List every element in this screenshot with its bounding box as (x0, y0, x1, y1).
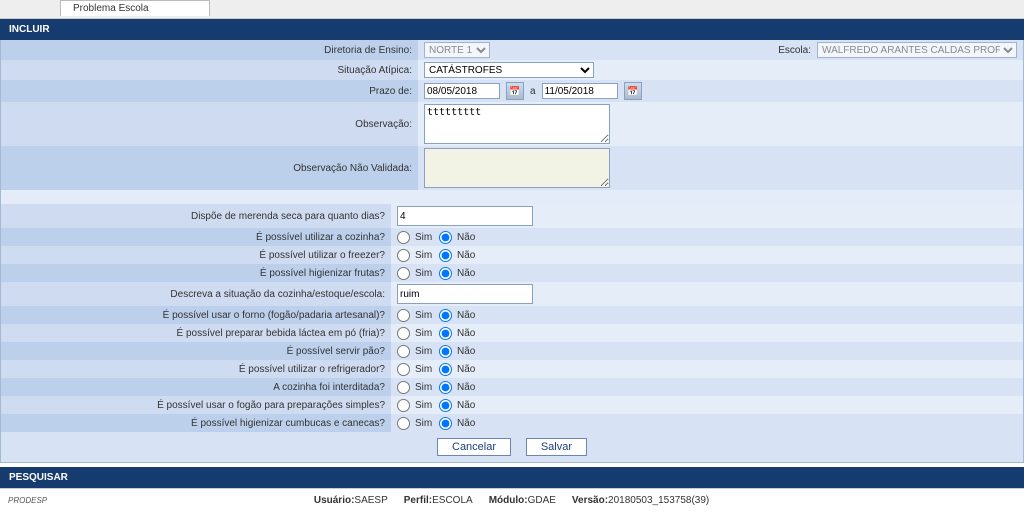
footer-perfil-label: Perfil: (404, 495, 432, 506)
question-label: É possível servir pão? (1, 342, 391, 360)
radio-nao[interactable]: Não (439, 399, 475, 412)
radio-sim[interactable]: Sim (397, 231, 433, 244)
question-label: A cozinha foi interditada? (1, 378, 391, 396)
cell-observacao: ttttttttt (418, 102, 1023, 146)
footer: PRODESP Usuário:SAESP Perfil:ESCOLA Módu… (0, 488, 1024, 511)
question-label: É possível higienizar cumbucas e canecas… (1, 414, 391, 432)
radio-sim[interactable]: Sim (397, 327, 433, 340)
footer-usuario-label: Usuário: (314, 495, 355, 506)
select-diretoria[interactable]: NORTE 1 (424, 42, 490, 58)
radio-nao[interactable]: Não (439, 327, 475, 340)
radio-sim[interactable]: Sim (397, 309, 433, 322)
radio-sim[interactable]: Sim (397, 381, 433, 394)
radio-nao[interactable]: Não (439, 381, 475, 394)
question-value: Sim Não (391, 306, 1023, 324)
tab-problema-escola[interactable]: Problema Escola (60, 0, 210, 16)
question-value: Sim Não (391, 246, 1023, 264)
footer-usuario: SAESP (354, 495, 387, 506)
question-value: Sim Não (391, 342, 1023, 360)
label-obs-nv: Observação Não Validada: (1, 146, 418, 190)
question-label: É possível usar o forno (fogão/padaria a… (1, 306, 391, 324)
question-label: É possível utilizar o refrigerador? (1, 360, 391, 378)
question-label: É possível utilizar o freezer? (1, 246, 391, 264)
textarea-observacao[interactable]: ttttttttt (424, 104, 610, 144)
cell-merenda (391, 204, 1023, 228)
label-diretoria: Diretoria de Ensino: (1, 40, 418, 60)
tab-bar: Problema Escola (0, 0, 1024, 19)
label-situacao: Situação Atípica: (1, 60, 418, 80)
radio-sim[interactable]: Sim (397, 417, 433, 430)
radio-sim[interactable]: Sim (397, 267, 433, 280)
footer-modulo: GDAE (528, 495, 556, 506)
button-bar: Cancelar Salvar (1, 432, 1023, 462)
select-escola[interactable]: WALFREDO ARANTES CALDAS PROFESSOR (817, 42, 1017, 58)
cell-prazo: 📅 a 📅 (418, 80, 1023, 102)
question-value: Sim Não (391, 378, 1023, 396)
textarea-obs-nv (424, 148, 610, 188)
label-escola: Escola: (778, 45, 811, 56)
label-prazo-sep: a (530, 86, 536, 97)
radio-nao[interactable]: Não (439, 345, 475, 358)
cell-obs-nv (418, 146, 1023, 190)
question-value: Sim Não (391, 360, 1023, 378)
radio-sim[interactable]: Sim (397, 399, 433, 412)
section-incluir-header: INCLUIR (0, 19, 1024, 40)
calendar-icon[interactable]: 📅 (506, 82, 524, 100)
spacer (1, 190, 1023, 204)
input-prazo-ate[interactable] (542, 83, 618, 99)
calendar-icon[interactable]: 📅 (624, 82, 642, 100)
radio-nao[interactable]: Não (439, 363, 475, 376)
cell-situacao: CATÁSTROFES (418, 60, 1023, 80)
radio-sim[interactable]: Sim (397, 249, 433, 262)
label-prazo: Prazo de: (1, 80, 418, 102)
radio-nao[interactable]: Não (439, 309, 475, 322)
radio-sim[interactable]: Sim (397, 363, 433, 376)
question-label: É possível preparar bebida láctea em pó … (1, 324, 391, 342)
radio-nao[interactable]: Não (439, 249, 475, 262)
footer-versao: 20180503_153758(39) (608, 495, 709, 506)
form-incluir: Diretoria de Ensino: NORTE 1 Escola: WAL… (0, 40, 1024, 463)
question-value: Sim Não (391, 264, 1023, 282)
radio-sim[interactable]: Sim (397, 345, 433, 358)
question-value (391, 282, 1023, 306)
question-label: É possível higienizar frutas? (1, 264, 391, 282)
question-value: Sim Não (391, 396, 1023, 414)
radio-nao[interactable]: Não (439, 417, 475, 430)
input-desc-situacao[interactable] (397, 284, 533, 304)
input-prazo-de[interactable] (424, 83, 500, 99)
logo-prodesp: PRODESP (8, 496, 47, 505)
section-pesquisar-header: PESQUISAR (0, 467, 1024, 488)
input-merenda[interactable] (397, 206, 533, 226)
cell-diretoria: NORTE 1 Escola: WALFREDO ARANTES CALDAS … (418, 40, 1023, 60)
question-label: É possível utilizar a cozinha? (1, 228, 391, 246)
footer-modulo-label: Módulo: (489, 495, 528, 506)
label-merenda: Dispõe de merenda seca para quanto dias? (1, 204, 391, 228)
salvar-button[interactable]: Salvar (526, 438, 587, 456)
label-observacao: Observação: (1, 102, 418, 146)
question-label: Descreva a situação da cozinha/estoque/e… (1, 282, 391, 306)
question-value: Sim Não (391, 324, 1023, 342)
question-value: Sim Não (391, 228, 1023, 246)
radio-nao[interactable]: Não (439, 267, 475, 280)
question-value: Sim Não (391, 414, 1023, 432)
footer-versao-label: Versão: (572, 495, 608, 506)
cancelar-button[interactable]: Cancelar (437, 438, 511, 456)
select-situacao[interactable]: CATÁSTROFES (424, 62, 594, 78)
radio-nao[interactable]: Não (439, 231, 475, 244)
footer-perfil: ESCOLA (432, 495, 473, 506)
question-label: É possível usar o fogão para preparações… (1, 396, 391, 414)
